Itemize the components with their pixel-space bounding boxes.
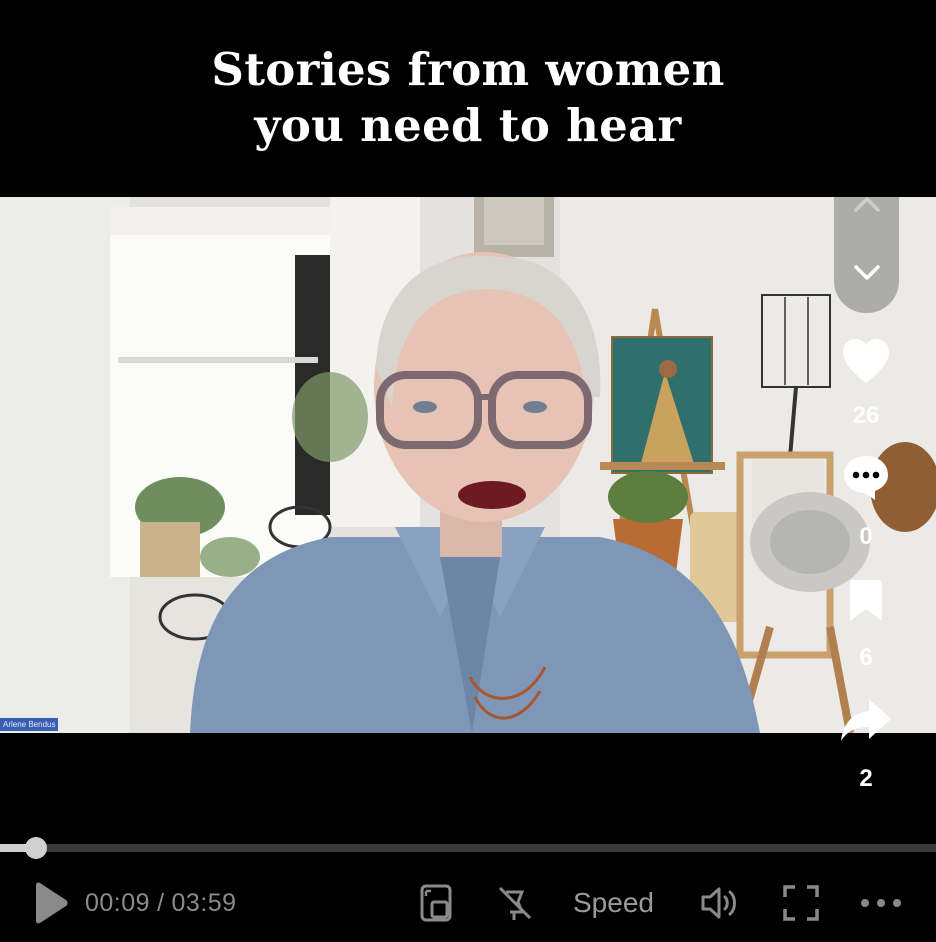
chevron-down-icon[interactable] <box>853 263 881 281</box>
heart-icon <box>843 339 889 383</box>
time-separator: / <box>157 888 165 917</box>
play-icon <box>36 882 68 924</box>
volume-icon <box>701 887 736 919</box>
bookmark-icon <box>850 580 882 621</box>
play-button[interactable] <box>30 880 70 926</box>
picture-in-picture-icon <box>420 884 452 922</box>
time-display: 00:09 / 03:59 <box>85 880 237 926</box>
picture-in-picture-button[interactable] <box>420 880 452 926</box>
share-button[interactable] <box>836 697 896 745</box>
likes-count: 26 <box>852 402 880 429</box>
total-duration: 03:59 <box>171 888 237 917</box>
more-options-button[interactable] <box>860 880 902 926</box>
save-button[interactable] <box>836 579 896 623</box>
current-time: 00:09 <box>85 888 151 917</box>
more-icon <box>861 899 901 907</box>
fullscreen-icon <box>783 885 819 921</box>
chevron-up-icon[interactable] <box>853 195 881 213</box>
saves-count: 6 <box>859 644 873 671</box>
caption-line-1: Stories from women <box>211 43 725 96</box>
comment-icon <box>844 456 888 500</box>
autoscroll-button[interactable] <box>496 880 534 926</box>
autoscroll-off-icon <box>498 886 532 920</box>
like-button[interactable] <box>836 338 896 386</box>
fullscreen-button[interactable] <box>783 880 819 926</box>
speed-button[interactable]: Speed <box>573 880 654 926</box>
video-scene <box>0 197 936 733</box>
video-navigation <box>834 197 899 313</box>
participant-name-tag: Arlene Bendus <box>0 718 59 731</box>
shares-count: 2 <box>859 765 873 792</box>
video-caption-title: Stories from women you need to hear <box>0 42 936 154</box>
progress-bar[interactable] <box>0 844 936 852</box>
caption-line-2: you need to hear <box>254 99 682 152</box>
progress-handle[interactable] <box>25 837 47 859</box>
volume-button[interactable] <box>700 880 742 926</box>
share-icon <box>841 699 891 741</box>
video-frame[interactable] <box>0 197 936 733</box>
comments-count: 0 <box>859 523 873 550</box>
comment-button[interactable] <box>836 454 896 502</box>
